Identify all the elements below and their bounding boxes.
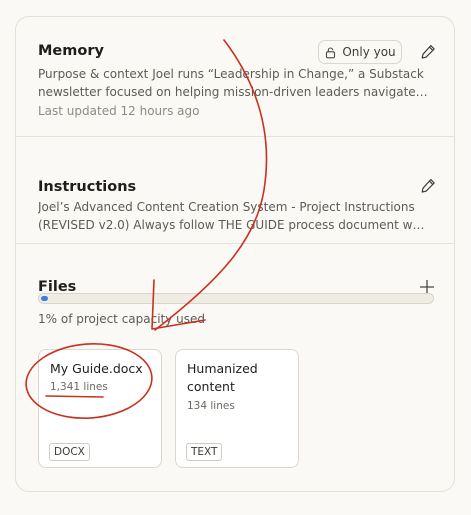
lock-icon: [326, 46, 336, 58]
memory-updated-timestamp: Last updated 12 hours ago: [38, 104, 200, 118]
capacity-progress-fill: [41, 296, 48, 301]
file-type-badge: DOCX: [49, 443, 90, 461]
file-line-count: 134 lines: [187, 400, 235, 412]
edit-instructions-pencil-icon[interactable]: [419, 177, 437, 195]
capacity-progress-bar: [38, 293, 434, 304]
memory-description: Purpose & context Joel runs “Leadership …: [38, 65, 430, 101]
file-card[interactable]: My Guide.docx 1,341 lines DOCX: [38, 349, 162, 468]
memory-title: Memory: [38, 43, 104, 59]
instructions-title: Instructions: [38, 179, 137, 195]
memory-description-line: Purpose & context Joel runs “Leadership …: [38, 67, 424, 81]
files-section: Files 1% of project capacity used My Gui…: [16, 244, 454, 491]
file-card[interactable]: Humanized content 134 lines TEXT: [175, 349, 299, 468]
edit-memory-pencil-icon[interactable]: [419, 43, 437, 61]
file-type-badge: TEXT: [186, 443, 223, 461]
project-knowledge-panel: Memory Only you Purpose & context Joel r…: [15, 16, 455, 492]
privacy-badge[interactable]: Only you: [318, 40, 402, 64]
file-name: My Guide.docx: [50, 361, 143, 376]
capacity-label: 1% of project capacity used: [38, 312, 206, 326]
memory-description-line: newsletter focused on helping mission-dr…: [38, 85, 430, 99]
instructions-section[interactable]: Instructions Joel’s Advanced Content Cre…: [16, 137, 454, 244]
instructions-description-line: Joel’s Advanced Content Creation System …: [38, 200, 415, 214]
project-knowledge-view: Memory Only you Purpose & context Joel r…: [0, 0, 471, 515]
instructions-description: Joel’s Advanced Content Creation System …: [38, 198, 430, 234]
instructions-description-line: (REVISED v2.0) Always follow THE GUIDE p…: [38, 218, 430, 232]
file-line-count: 1,341 lines: [50, 381, 108, 393]
memory-section[interactable]: Memory Only you Purpose & context Joel r…: [16, 17, 454, 137]
file-name: Humanized content: [187, 361, 258, 394]
privacy-label: Only you: [342, 45, 396, 59]
